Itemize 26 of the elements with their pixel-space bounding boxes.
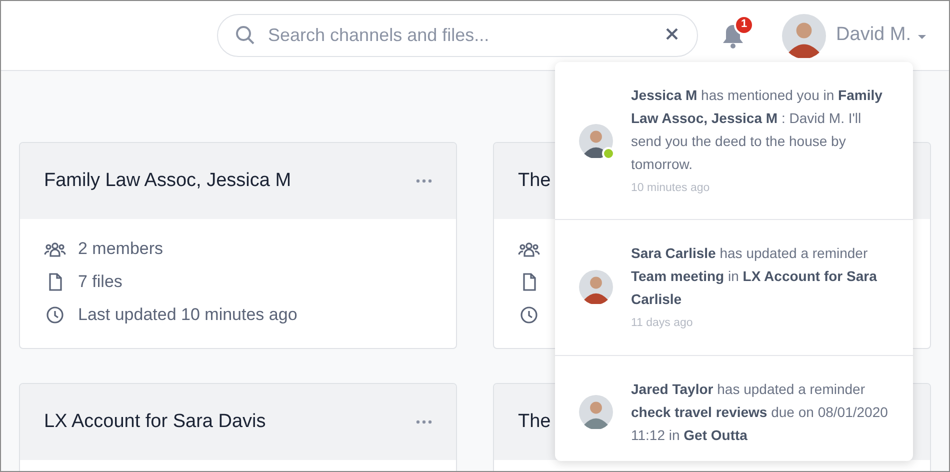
channel-title: Family Law Assoc, Jessica M <box>44 168 292 193</box>
notification-text[interactable]: Jared Taylor has updated a reminder check travel reviews due on 08/01/2020 11:12 in Get Outta <box>631 378 893 446</box>
people-icon <box>518 240 540 256</box>
channel-title: The <box>518 410 551 434</box>
search-field[interactable]: Search channels and files... <box>217 14 698 57</box>
channel-stat: 2 members <box>78 238 164 260</box>
channel-card[interactable]: Family Law Assoc, Jessica M 2 members 7 files Last updated 10 minutes ago <box>19 142 457 349</box>
notification-time: 11 days ago <box>631 316 694 332</box>
channel-card[interactable]: LX Account for Sara Davis <box>19 383 457 471</box>
more-icon <box>416 420 432 424</box>
clock-icon <box>518 306 540 324</box>
channel-title: LX Account for Sara Davis <box>44 410 266 434</box>
channel-stat: Last updated 10 minutes ago <box>78 304 298 326</box>
channel-stat: 7 files <box>78 270 122 293</box>
notification-text[interactable]: Sara Carlisle has updated a reminder Team meeting in LX Account for Sara Carlisle <box>631 242 893 312</box>
channel-title: The <box>518 168 551 193</box>
more-icon <box>416 178 432 183</box>
notification-time: 10 minutes ago <box>631 181 711 196</box>
people-icon <box>44 240 66 256</box>
clock-icon <box>44 306 66 324</box>
search-icon <box>235 25 255 45</box>
notification-text[interactable]: Jessica M has mentioned you in Family Law Assoc, Jessica M : David M. I'll send you the deed to the house by tomorrow. <box>631 84 893 176</box>
avatar <box>579 124 613 158</box>
notification-count: 1 <box>734 14 754 34</box>
user-avatar <box>782 14 826 58</box>
clear-button[interactable] <box>666 28 678 40</box>
